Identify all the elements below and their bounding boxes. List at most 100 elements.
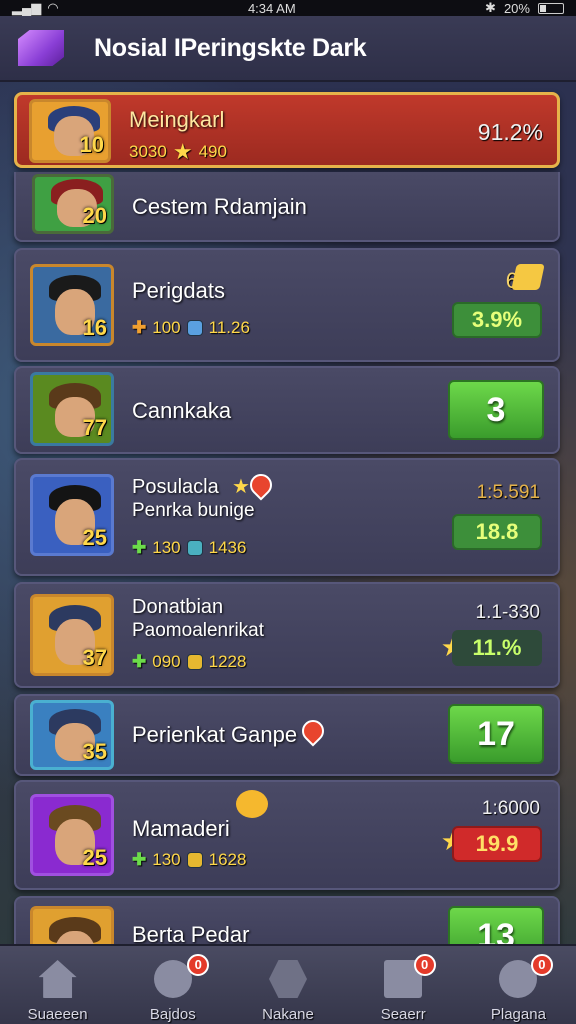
rank-number: 1:5.591	[476, 482, 540, 503]
player-name: Meingkarl	[129, 107, 225, 132]
signal-icon: ▂▄▆	[12, 0, 42, 15]
level-badge: 20	[82, 203, 107, 228]
arrow-up-icon: ✚	[132, 318, 147, 337]
chat-icon	[153, 960, 192, 998]
player-stats: ✚ 130 1436	[132, 538, 246, 558]
avatar: 25	[30, 474, 114, 556]
leaderboard-row-7[interactable]: 35 Perienkat Ganpe 17	[14, 694, 560, 776]
coin-icon	[186, 540, 203, 556]
player-name: Perigdats	[132, 278, 225, 303]
bottom-nav: Suaeeen 0 Bajdos Nakane 0 Seaerr 0 Plaga…	[0, 944, 576, 1024]
player-name: Mamaderi	[132, 816, 230, 841]
status-time: 4:34 AM	[247, 0, 296, 16]
player-stats: 3030 ★ 490	[129, 139, 227, 165]
notification-badge: 0	[413, 954, 436, 976]
leaderboard-row-1[interactable]: 10 Meingkarl 3030 ★ 490 91.2%	[14, 92, 560, 168]
nav-item-profile[interactable]: 0 Plagana	[461, 946, 576, 1024]
player-name: Cannkaka	[132, 398, 232, 423]
stat-score: 100	[152, 318, 181, 337]
win-rate-box: 11.%	[452, 630, 542, 666]
player-stats: ✚ 090 1228	[132, 652, 246, 672]
home-icon	[38, 960, 77, 998]
coin-icon	[186, 852, 203, 868]
wifi-icon: ◠	[47, 0, 59, 15]
rank-box[interactable]: 17	[448, 704, 544, 764]
leaderboard-row-6[interactable]: 37 Donatbian Paomoalenrikat ✚ 090 1228 1…	[14, 582, 560, 688]
stat-score: 130	[152, 850, 181, 869]
stat-gems: 490	[198, 142, 227, 161]
coin-icon	[186, 654, 203, 670]
location-pin-icon	[245, 469, 277, 501]
player-subtitle: Paomoalenrikat	[132, 620, 265, 641]
rank-number: 1:6000	[481, 798, 540, 819]
trophy-icon: ★	[172, 139, 193, 164]
leaderboard-row-4[interactable]: 77 Cannkaka 3	[14, 366, 560, 454]
status-bar: ▂▄▆ ◠ 4:34 AM ✱ 20%	[0, 0, 576, 16]
level-badge: 25	[82, 525, 107, 550]
stat-score: 3030	[129, 142, 167, 161]
player-name: Donatbian	[132, 596, 224, 618]
win-rate-box: 19.9	[452, 826, 542, 862]
stat-gems: 11.26	[208, 318, 250, 337]
coin-bubble-icon	[236, 790, 268, 818]
level-badge: 35	[82, 739, 107, 764]
player-stats: ✚ 130 1628	[132, 850, 246, 870]
avatar: 35	[30, 700, 114, 770]
bluetooth-icon: ✱	[485, 0, 496, 15]
avatar: 16	[30, 264, 114, 346]
stat-gems: 1228	[208, 652, 247, 671]
stat-gems: 1436	[208, 538, 247, 557]
nav-item-home[interactable]: Suaeeen	[0, 946, 115, 1024]
star-icon: ★	[232, 476, 250, 498]
ticket-icon	[511, 264, 545, 290]
location-pin-icon	[297, 715, 329, 747]
win-rate: 91.2%	[477, 119, 543, 145]
arrow-up-icon: ✚	[132, 850, 147, 869]
nav-label: Seaerr	[380, 1006, 426, 1023]
level-badge: 37	[82, 645, 107, 670]
nav-label: Suaeeen	[27, 1006, 88, 1023]
rank-box[interactable]: 3	[448, 380, 544, 440]
player-name: Perienkat Ganpe	[132, 722, 298, 747]
rank-number: 1.1-330	[475, 602, 540, 623]
level-badge: 77	[82, 415, 107, 440]
notification-badge: 0	[530, 954, 553, 976]
player-stats: ✚ 100 11.26	[132, 318, 250, 338]
stat-score: 090	[152, 652, 181, 671]
battery-percent: 20%	[503, 0, 530, 16]
avatar: 25	[30, 794, 114, 876]
notification-badge: 0	[187, 954, 210, 976]
avatar: 77	[30, 372, 114, 446]
stat-gems: 1628	[208, 850, 247, 869]
coin-icon	[186, 320, 203, 336]
win-rate-box: 3.9%	[452, 302, 542, 338]
leaderboard-row-3[interactable]: 16 Perigdats ✚ 100 11.26 6 3.9%	[14, 248, 560, 362]
battery-icon	[537, 2, 564, 14]
nav-item-flag[interactable]: 0 Seaerr	[346, 946, 461, 1024]
arrow-up-icon: ✚	[132, 652, 147, 671]
nav-item-chat[interactable]: 0 Bajdos	[115, 946, 230, 1024]
hexagon-icon	[269, 960, 307, 998]
page-title: Nosial IPeringskte Dark	[94, 33, 367, 62]
player-name: Posulacla	[132, 476, 219, 498]
avatar: 37	[30, 594, 114, 676]
player-name: Cestem Rdamjain	[132, 194, 307, 219]
level-badge: 10	[79, 132, 104, 157]
signal-icons: ▂▄▆ ◠	[12, 0, 59, 16]
nav-label: Plagana	[490, 1006, 546, 1023]
nav-label: Nakane	[262, 1006, 314, 1023]
leaderboard-row-2[interactable]: 20 Cestem Rdamjain	[14, 172, 560, 242]
stat-score: 130	[152, 538, 181, 557]
avatar: 20	[32, 174, 114, 234]
player-subtitle: Penrka bunige	[132, 500, 255, 521]
win-rate-box: 18.8	[452, 514, 542, 550]
header: Nosial IPeringskte Dark	[0, 16, 576, 82]
gem-icon[interactable]	[18, 30, 64, 66]
nav-label: Bajdos	[149, 1006, 196, 1023]
level-badge: 25	[82, 845, 107, 870]
avatar: 10	[29, 99, 111, 163]
leaderboard-row-5[interactable]: 25 Posulacla ★ Penrka bunige ✚ 130 1436 …	[14, 458, 560, 576]
level-badge: 16	[82, 315, 107, 340]
nav-item-center[interactable]: Nakane	[230, 946, 345, 1024]
leaderboard-row-8[interactable]: 25 Mamaderi ✚ 130 1628 1:6000 ★ 19.9	[14, 780, 560, 890]
